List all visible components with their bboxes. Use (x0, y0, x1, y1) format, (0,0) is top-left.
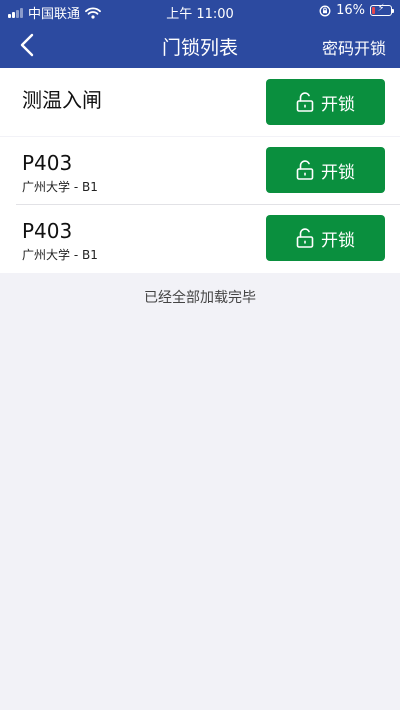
battery-percent: 16% (336, 3, 365, 18)
password-unlock-button[interactable]: 密码开锁 (322, 35, 386, 59)
status-bar: 中国联通 上午 11:00 16% ⚡ (0, 0, 400, 22)
charging-bolt-icon: ⚡ (377, 3, 385, 14)
battery-charging-icon: ⚡ (370, 3, 394, 16)
page-title: 门锁列表 (161, 37, 238, 59)
unlock-icon (296, 92, 314, 112)
door-row-1: P403 广州大学 - B1 开锁 (0, 137, 400, 205)
unlock-icon (296, 228, 314, 248)
app-header: 中国联通 上午 11:00 16% ⚡ 门锁列表 密码开锁 (0, 0, 400, 68)
door-location: 广州大学 - B1 (22, 180, 98, 194)
unlock-label: 开锁 (321, 230, 355, 251)
unlock-button-1[interactable]: 开锁 (266, 147, 385, 193)
unlock-button-2[interactable]: 开锁 (266, 215, 385, 261)
unlock-label: 开锁 (321, 94, 355, 115)
unlock-label: 开锁 (321, 162, 355, 183)
door-name: P403 (22, 151, 73, 175)
rotation-lock-icon (319, 5, 331, 16)
door-row-0: 测温入闸 开锁 (0, 68, 400, 136)
unlock-button-0[interactable]: 开锁 (266, 79, 385, 125)
chevron-left-icon (20, 33, 34, 57)
unlock-icon (296, 160, 314, 180)
door-name: 测温入闸 (22, 88, 102, 112)
back-button[interactable] (12, 30, 42, 60)
door-name: P403 (22, 219, 73, 243)
door-location: 广州大学 - B1 (22, 248, 98, 262)
door-row-2: P403 广州大学 - B1 开锁 (0, 205, 400, 273)
nav-bar: 门锁列表 密码开锁 (0, 22, 400, 68)
status-right: 16% ⚡ (319, 3, 394, 18)
all-loaded-message: 已经全部加载完毕 (144, 290, 256, 306)
